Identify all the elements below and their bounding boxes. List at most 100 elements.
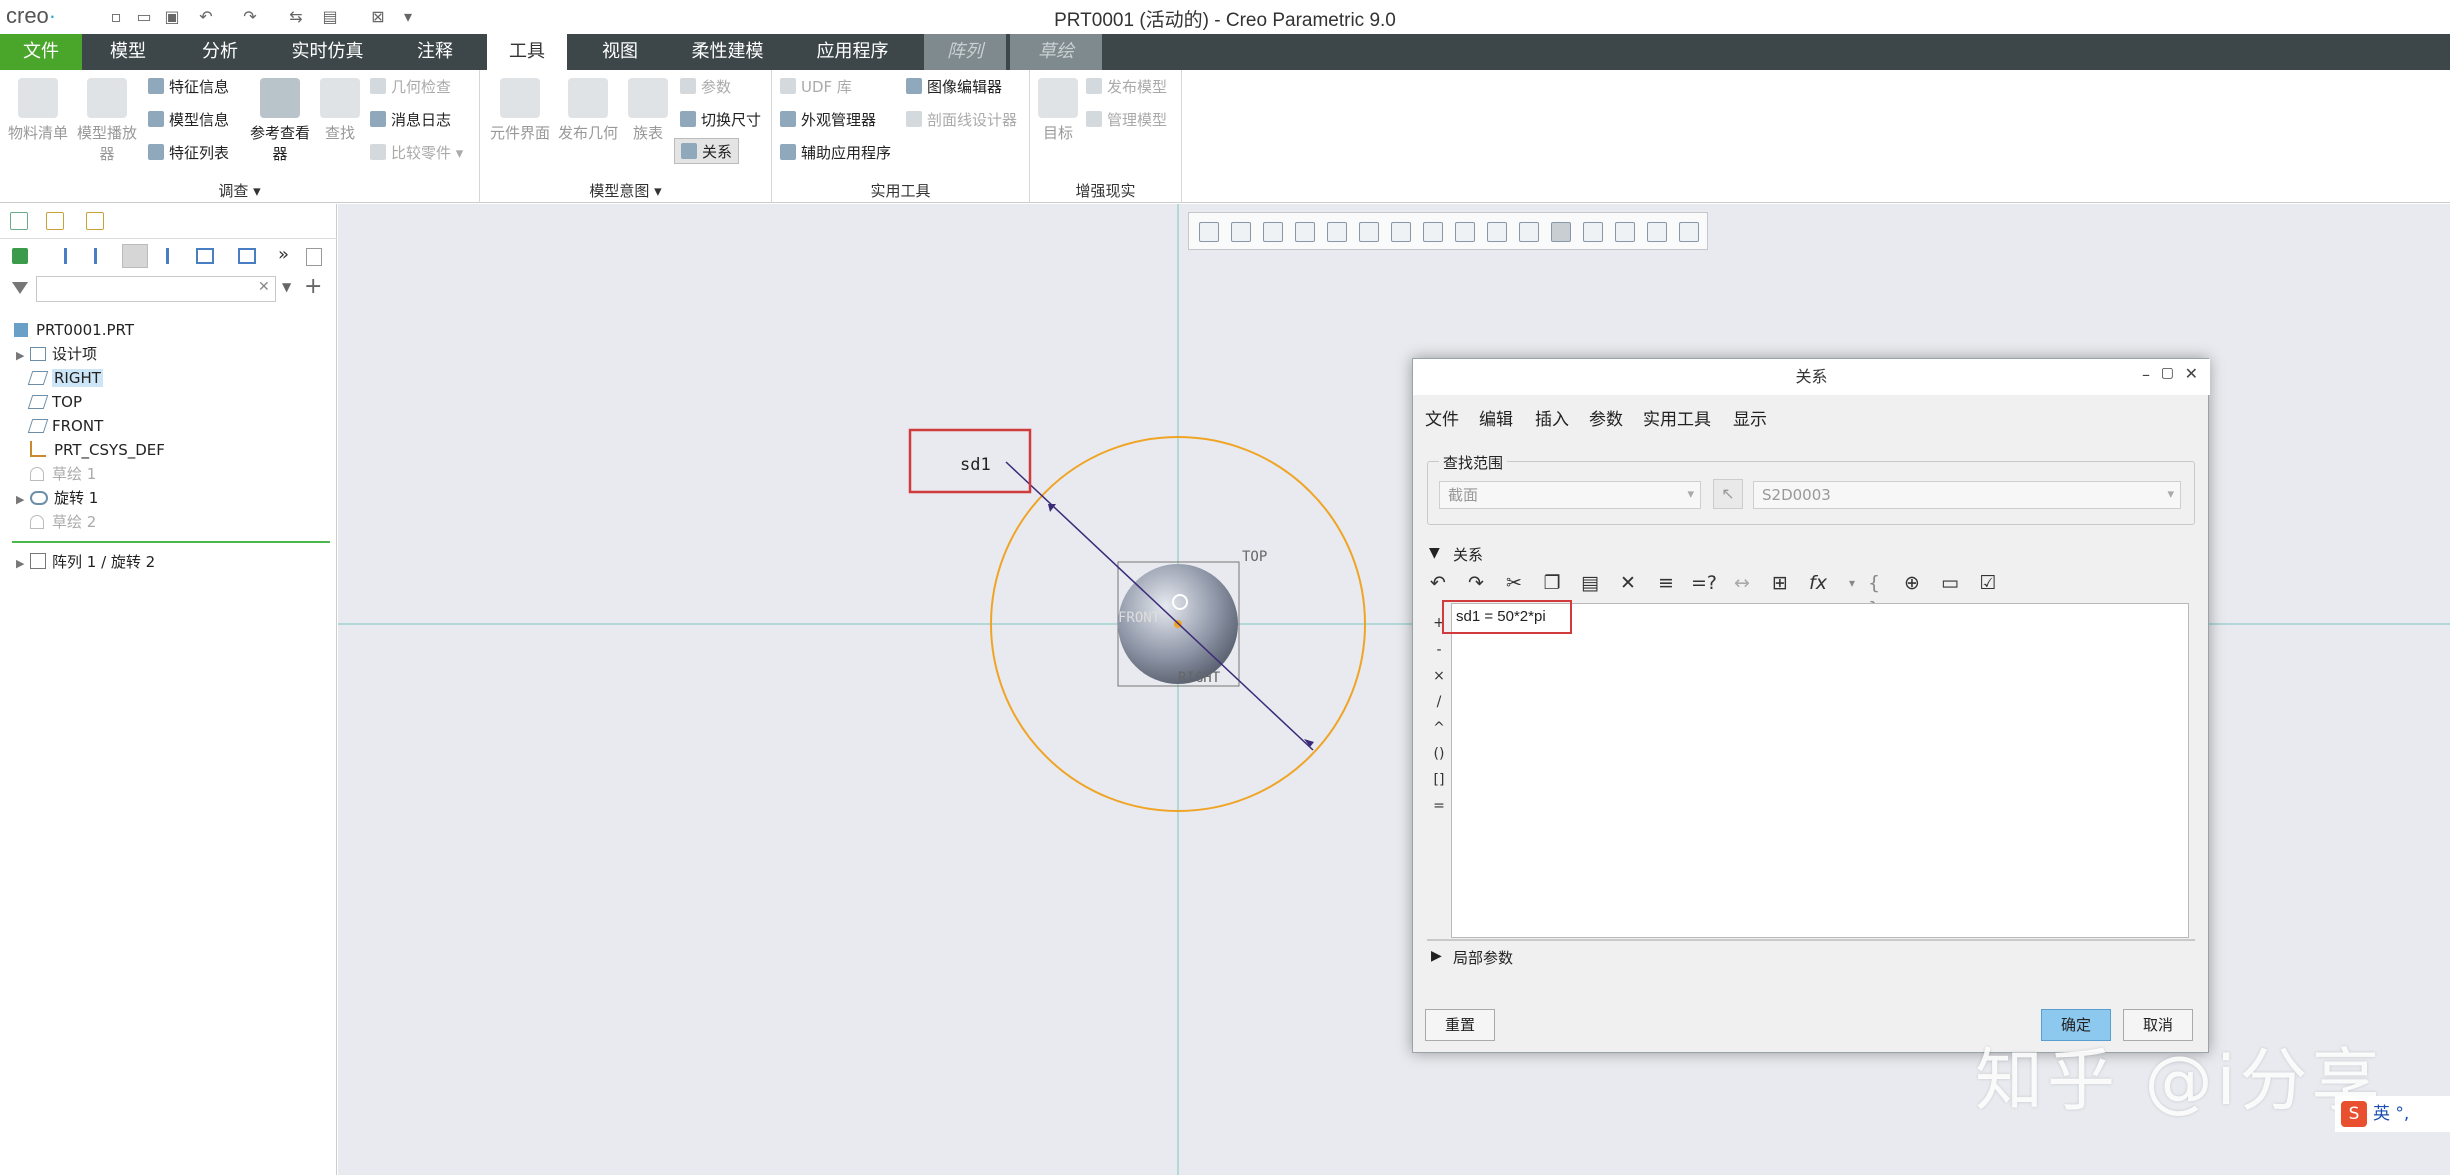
tab-sketch[interactable]: 草绘 bbox=[1010, 34, 1102, 70]
verify-relations-icon[interactable]: ☑ bbox=[1975, 570, 2001, 596]
dlg-menu-insert[interactable]: 插入 bbox=[1535, 405, 1569, 430]
dlg-menu-params[interactable]: 参数 bbox=[1589, 405, 1623, 430]
display-style-icon[interactable] bbox=[1359, 222, 1379, 242]
dlg-menu-utilities[interactable]: 实用工具 bbox=[1643, 405, 1711, 430]
tab-file[interactable]: 文件 bbox=[0, 34, 82, 70]
maximize-icon[interactable]: ▢ bbox=[2161, 365, 2174, 381]
unit-sensitivity-icon[interactable]: ⊞ bbox=[1767, 570, 1793, 596]
op-minus[interactable]: - bbox=[1431, 642, 1447, 658]
op-brackets[interactable]: [] bbox=[1431, 772, 1447, 788]
zoom-in-icon[interactable] bbox=[1231, 222, 1251, 242]
model-tree-icon[interactable] bbox=[12, 248, 28, 264]
geometry-check-button[interactable]: 几何检查 bbox=[370, 74, 451, 100]
message-log-button[interactable]: 消息日志 bbox=[370, 107, 451, 133]
tab-tools[interactable]: 工具 bbox=[487, 34, 567, 70]
redo-icon[interactable]: ↷ bbox=[1463, 570, 1489, 596]
model-tree-tab-icon[interactable] bbox=[10, 212, 28, 230]
udf-library-button[interactable]: UDF 库 bbox=[780, 74, 852, 100]
zoom-out-icon[interactable] bbox=[1263, 222, 1283, 242]
minimize-icon[interactable]: – bbox=[2142, 365, 2150, 384]
switch-dimensions-button[interactable]: 切换尺寸 bbox=[680, 107, 761, 133]
tab-model[interactable]: 模型 bbox=[90, 34, 166, 70]
op-divide[interactable]: / bbox=[1431, 694, 1447, 710]
model-info-button[interactable]: 模型信息 bbox=[148, 107, 229, 133]
undo-icon[interactable]: ↶ bbox=[1425, 570, 1451, 596]
tab-pattern[interactable]: 阵列 bbox=[924, 34, 1006, 70]
dlg-menu-file[interactable]: 文件 bbox=[1425, 405, 1459, 430]
feature-list-button[interactable]: 特征列表 bbox=[148, 140, 229, 166]
saved-orientations-icon[interactable] bbox=[1391, 222, 1411, 242]
component-interface-button[interactable]: 元件界面 bbox=[488, 78, 552, 143]
tree-columns-icon[interactable] bbox=[196, 248, 214, 264]
op-equals[interactable]: = bbox=[1431, 798, 1447, 814]
layer-tree-tab-icon[interactable] bbox=[46, 212, 64, 230]
dimension-label[interactable]: sd1 bbox=[960, 455, 991, 475]
repaint-icon[interactable] bbox=[1295, 222, 1315, 242]
tree-item-csys[interactable]: PRT_CSYS_DEF bbox=[30, 438, 165, 462]
parameters-button[interactable]: 参数 bbox=[680, 74, 731, 100]
tree-item-sketch1[interactable]: 草绘 1 bbox=[30, 462, 96, 486]
model-player-button[interactable]: 模型播放器 bbox=[74, 78, 140, 164]
target-button[interactable]: 目标 bbox=[1036, 78, 1080, 143]
insert-here-line[interactable] bbox=[12, 541, 330, 543]
tab-applications[interactable]: 应用程序 bbox=[795, 34, 910, 70]
publish-geometry-button[interactable]: 发布几何 bbox=[556, 78, 620, 143]
view-manager-icon[interactable] bbox=[1423, 222, 1443, 242]
image-editor-button[interactable]: 图像编辑器 bbox=[906, 74, 1002, 100]
bom-button[interactable]: 物料清单 bbox=[6, 78, 70, 143]
verify-icon[interactable]: =? bbox=[1691, 570, 1717, 596]
tree-item-design-items[interactable]: ▶ 设计项 bbox=[16, 342, 97, 366]
find-button[interactable]: 查找 bbox=[316, 78, 364, 143]
relation-table-icon[interactable]: ▭ bbox=[1937, 570, 1963, 596]
reset-button[interactable]: 重置 bbox=[1425, 1009, 1495, 1041]
op-power[interactable]: ^ bbox=[1431, 720, 1447, 736]
filter-icon[interactable] bbox=[12, 282, 28, 294]
more-chevron-icon[interactable]: » bbox=[278, 244, 289, 265]
tree-root[interactable]: PRT0001.PRT bbox=[14, 318, 134, 342]
tab-analysis[interactable]: 分析 bbox=[180, 34, 260, 70]
feature-info-button[interactable]: 特征信息 bbox=[148, 74, 229, 100]
expand-all-icon[interactable] bbox=[64, 248, 82, 264]
close-icon[interactable]: ✕ bbox=[2185, 364, 2198, 383]
manage-model-button[interactable]: 管理模型 bbox=[1086, 107, 1167, 133]
pause-icon[interactable] bbox=[1647, 222, 1667, 242]
tree-item-pattern[interactable]: ▶ 阵列 1 / 旋转 2 bbox=[16, 550, 155, 574]
lookup-type-select[interactable]: 截面 bbox=[1439, 481, 1701, 509]
group-label-investigate[interactable]: 调查 ▾ bbox=[0, 180, 479, 201]
ime-indicator[interactable]: S英 °, bbox=[2335, 1096, 2450, 1132]
constraint-display-icon[interactable] bbox=[1583, 222, 1603, 242]
sketch-display-icon[interactable] bbox=[1551, 222, 1571, 242]
search-dropdown-icon[interactable]: ▼ bbox=[282, 280, 291, 294]
dimension-insert-icon[interactable]: ↔ bbox=[1729, 570, 1755, 596]
show-icon[interactable] bbox=[306, 248, 322, 266]
tab-live-sim[interactable]: 实时仿真 bbox=[270, 34, 385, 70]
local-params-expand-icon[interactable]: ▶ bbox=[1431, 948, 1442, 964]
tree-view-icon[interactable] bbox=[122, 244, 148, 268]
settings-icon[interactable] bbox=[238, 248, 256, 264]
relations-editor[interactable]: sd1 = 50*2*pi bbox=[1442, 600, 2189, 938]
add-filter-icon[interactable]: + bbox=[304, 274, 322, 299]
tree-item-top[interactable]: TOP bbox=[27, 390, 82, 414]
sketch-view-icon[interactable] bbox=[1679, 222, 1699, 242]
dlg-menu-edit[interactable]: 编辑 bbox=[1479, 405, 1513, 430]
tab-view[interactable]: 视图 bbox=[580, 34, 660, 70]
op-multiply[interactable]: × bbox=[1431, 668, 1447, 684]
perspective-icon[interactable] bbox=[1455, 222, 1475, 242]
collapse-all-icon[interactable] bbox=[94, 248, 112, 264]
cut-icon[interactable]: ✂ bbox=[1501, 570, 1527, 596]
tree-item-front[interactable]: FRONT bbox=[27, 414, 103, 438]
relations-button[interactable]: 关系 bbox=[674, 138, 740, 164]
op-parentheses[interactable]: () bbox=[1431, 746, 1447, 762]
warning-display-icon[interactable] bbox=[1615, 222, 1635, 242]
relations-collapse-icon[interactable]: ▼ bbox=[1429, 545, 1440, 561]
relation-line[interactable]: sd1 = 50*2*pi bbox=[1456, 608, 1546, 625]
delete-icon[interactable]: ✕ bbox=[1615, 570, 1641, 596]
dlg-menu-display[interactable]: 显示 bbox=[1733, 405, 1767, 430]
function-icon[interactable]: fx bbox=[1805, 570, 1831, 596]
family-table-button[interactable]: 族表 bbox=[624, 78, 672, 143]
favorites-tab-icon[interactable] bbox=[86, 212, 104, 230]
evaluate-icon[interactable]: ≡ bbox=[1653, 570, 1679, 596]
group-label-model-intent[interactable]: 模型意图 ▾ bbox=[480, 180, 771, 201]
tab-flexible-modeling[interactable]: 柔性建模 bbox=[670, 34, 785, 70]
paste-icon[interactable]: ▤ bbox=[1577, 570, 1603, 596]
